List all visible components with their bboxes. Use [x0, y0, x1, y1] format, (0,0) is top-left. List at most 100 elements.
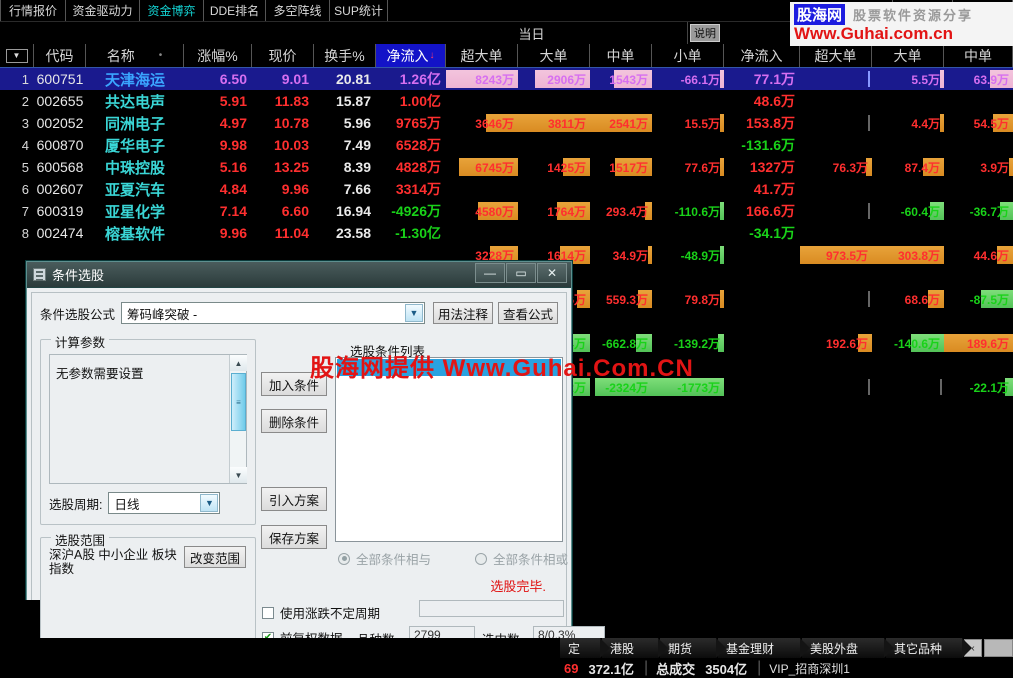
column-header-name[interactable]: 名称 • [86, 44, 184, 67]
zero-tick [868, 71, 870, 87]
status-total-value: 3504亿 [705, 661, 748, 677]
column-header-small[interactable]: 小单 [652, 44, 724, 67]
cell-price: 11.04 [274, 225, 309, 241]
table-row[interactable]: 8002474榕基软件9.9611.0423.58-1.30亿-6853万-20… [0, 222, 1013, 396]
bottom-bar: 定 港股 期货 基金理财 美股外盘 其它品种 ‹ 69 372.1亿 | 总成交… [0, 638, 1013, 678]
cell-mid2-value: 189.6万 [966, 336, 1009, 351]
scroll-down-icon[interactable]: ▼ [230, 467, 247, 483]
watermark-center-cn: 股海网提供 [310, 355, 435, 382]
cell-idx: 8 [21, 225, 29, 241]
cell-turn: 5.96 [343, 115, 371, 131]
cell-turn: 15.87 [335, 93, 371, 109]
nav-item-other[interactable]: 其它品种 [886, 638, 972, 658]
calc-params-group: 计算参数 无参数需要设置 ▲ ≡ ▼ 选股周期: 日线 ▼ [40, 332, 256, 525]
chevron-down-icon[interactable]: ▼ [200, 494, 219, 512]
cell-code: 600870 [36, 137, 84, 153]
calc-params-title: 计算参数 [51, 332, 110, 351]
zero-tick [940, 379, 942, 395]
checkbox-icon-indefinite[interactable] [262, 606, 274, 619]
close-button[interactable]: ✕ [537, 263, 567, 283]
cell-sup-value: 8243万 [475, 72, 514, 87]
checkbox-indefinite-period[interactable]: 使用涨跌不定周期 [262, 603, 380, 622]
column-header-super[interactable]: 超大单 [446, 44, 518, 67]
condition-list[interactable] [335, 357, 563, 542]
table-row[interactable]: 4 600870 厦华电子 9.98 10.03 7.49 6528万 4580万 1764万 2… [0, 134, 1013, 220]
cell-price: 6.60 [281, 203, 309, 219]
scroll-up-icon[interactable]: ▲ [230, 355, 247, 371]
tab-sup-tongji[interactable]: SUP统计 [330, 0, 388, 21]
column-header-turnover[interactable]: 换手% [314, 44, 376, 67]
cell-turn: 16.94 [335, 203, 371, 219]
tab-hangqingbaojia[interactable]: 行情报价 [0, 0, 66, 21]
calc-params-list[interactable]: 无参数需要设置 ▲ ≡ ▼ [49, 354, 247, 484]
cell-net2: 1327万 [749, 159, 795, 175]
cell-turn: 23.58 [335, 225, 371, 241]
cell-net2: 41.7万 [753, 181, 795, 197]
cell-sup2: 973.5万 [800, 246, 872, 264]
cell-turn: 8.39 [343, 159, 371, 175]
radio-all-and[interactable]: 全部条件相与 [338, 549, 431, 568]
column-header-super-2[interactable]: 超大单 [800, 44, 872, 67]
column-header-big[interactable]: 大单 [518, 44, 590, 67]
table-row[interactable]: 7600319亚星化学7.146.6016.94-4926万-3080万-104… [0, 200, 1013, 352]
table-row[interactable]: 2 002655 共达电声 5.91 11.83 15.87 1.00亿 3646万 3811万… [0, 90, 1013, 132]
change-scope-button[interactable]: 改变范围 [184, 546, 246, 568]
status-account: VIP_招商深圳1 [769, 661, 850, 676]
column-selector-cell[interactable]: ▼ [0, 44, 34, 67]
shuoming-button[interactable]: 说明 [690, 24, 720, 42]
cell-chg: 7.14 [219, 203, 247, 219]
view-formula-button[interactable]: 查看公式 [497, 302, 558, 324]
import-plan-button[interactable]: 引入方案 [261, 487, 327, 511]
chevron-down-icon[interactable]: ▼ [404, 304, 423, 322]
tab-duokongzhenxian[interactable]: 多空阵线 [266, 0, 330, 21]
nav-item-fund[interactable]: 基金理财 [718, 638, 810, 658]
table-row[interactable]: 5 600568 中珠控股 5.16 13.25 8.39 4828万 3228万 1614万 3… [0, 156, 1013, 264]
radio-all-or[interactable]: 全部条件相或 [474, 549, 568, 568]
watermark-url: Www.Guhai.com.cn [794, 24, 953, 43]
column-header-price[interactable]: 现价 [252, 44, 314, 67]
period-row: 选股周期: 日线 ▼ [49, 492, 221, 514]
scrollbar-thumb[interactable]: ≡ [231, 373, 246, 431]
value-bar [720, 246, 724, 264]
tab-zijinqudongli[interactable]: 资金驱动力 [66, 0, 140, 21]
cell-price: 10.78 [273, 115, 309, 131]
column-header-code[interactable]: 代码 [34, 44, 86, 67]
usage-notes-button[interactable]: 用法注释 [432, 302, 493, 324]
save-plan-button[interactable]: 保存方案 [261, 525, 327, 549]
nav-scroll-area[interactable] [984, 639, 1013, 657]
nav-item-us[interactable]: 美股外盘 [802, 638, 894, 658]
formula-combo[interactable]: 筹码峰突破 - ▼ [121, 302, 425, 324]
tab-dde-paiming[interactable]: DDE排名 [204, 0, 266, 21]
column-header-big-2[interactable]: 大单 [872, 44, 944, 67]
market-nav-strip: 定 港股 期货 基金理财 美股外盘 其它品种 ‹ [0, 638, 1013, 658]
cell-big2: -140.6万 [872, 334, 944, 352]
nav-item-ding[interactable]: 定 [560, 638, 610, 658]
cell-idx: 3 [21, 115, 29, 131]
table-row[interactable]: 1 600751 天津海运 6.50 9.01 20.81 1.26亿 8243万 2906万 1… [0, 68, 1013, 90]
cell-mid2-value: -22.1万 [969, 380, 1009, 395]
minimize-button[interactable]: — [475, 263, 505, 283]
indefinite-period-input[interactable] [419, 600, 564, 617]
table-row[interactable]: 6002607亚夏汽车4.849.967.663314万1985万689.6万5… [0, 178, 1013, 308]
delete-condition-button[interactable]: 删除条件 [261, 409, 327, 433]
column-header-netinflow-2[interactable]: 净流入 [724, 44, 800, 67]
column-header-change[interactable]: 涨幅% [184, 44, 252, 67]
watermark-logo-row1: 股海网 股票软件资源分享 [794, 3, 1009, 25]
table-row[interactable]: 3 002052 同洲电子 4.97 10.78 5.96 9765万 6745万 1425万 1… [0, 112, 1013, 176]
tab-zijinboyi[interactable]: 资金博弈 [140, 0, 204, 21]
column-header-netinflow[interactable]: 净流入 ↓ [376, 44, 446, 67]
column-header-mid[interactable]: 中单 [590, 44, 652, 67]
nav-item-futures[interactable]: 期货 [660, 638, 726, 658]
nav-item-hk[interactable]: 港股 [602, 638, 668, 658]
calc-params-scrollbar[interactable]: ▲ ≡ ▼ [229, 355, 247, 483]
scope-title: 选股范围 [51, 530, 110, 549]
cell-net: -1.30亿 [395, 225, 441, 241]
maximize-button[interactable]: ▭ [506, 263, 536, 283]
period-combo[interactable]: 日线 ▼ [108, 492, 221, 514]
cell-net2: 166.6万 [745, 203, 795, 219]
dialog-title-bar[interactable]: 条件选股 — ▭ ✕ [27, 262, 571, 288]
column-header-mid-2[interactable]: 中单 [944, 44, 1013, 67]
cell-sup2-value: 973.5万 [825, 248, 868, 263]
cell-mid2: -87.5万 [944, 290, 1013, 308]
chevron-down-icon[interactable]: ▼ [5, 48, 28, 63]
